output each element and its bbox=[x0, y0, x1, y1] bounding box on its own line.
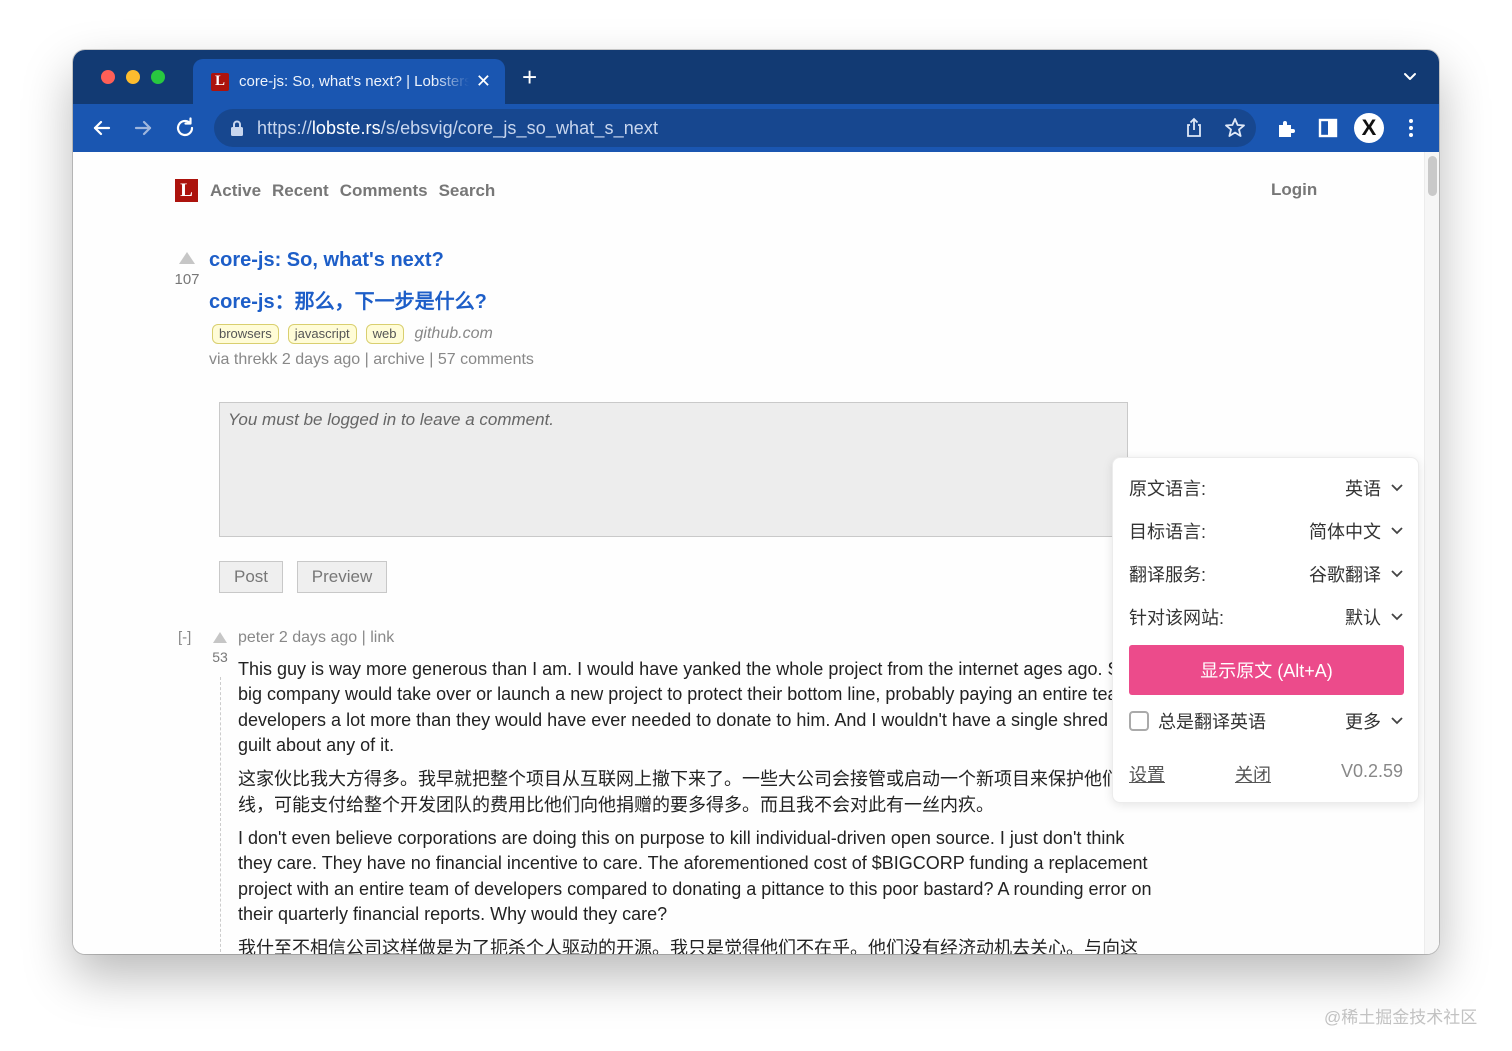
comment-meta[interactable]: peter 2 days ago | link bbox=[238, 629, 394, 647]
login-link[interactable]: Login bbox=[1271, 180, 1317, 200]
translate-panel: 原文语言: 英语 目标语言: 简体中文 翻译服务: 谷歌翻译 针对该网站: 默认… bbox=[1112, 457, 1419, 803]
active-tab[interactable]: L core-js: So, what's next? | Lobsters ✕ bbox=[193, 59, 505, 104]
lobsters-logo-icon[interactable]: L bbox=[175, 179, 198, 202]
url-text[interactable]: https://lobste.rs/s/ebsvig/core_js_so_wh… bbox=[257, 118, 658, 139]
post-button[interactable]: Post bbox=[219, 561, 283, 593]
thread-line bbox=[220, 677, 221, 954]
source-language-label: 原文语言: bbox=[1129, 479, 1207, 499]
comment-paragraph-translated: 这家伙比我大方得多。我早就把整个项目从互联网上撤下来了。一些大公司会接管或启动一… bbox=[238, 769, 1156, 816]
story-byline[interactable]: via threkk 2 days ago | archive | 57 com… bbox=[209, 351, 534, 369]
scrollbar-track[interactable] bbox=[1424, 152, 1439, 954]
close-panel-link[interactable]: 关闭 bbox=[1235, 761, 1271, 787]
comment-placeholder: You must be logged in to leave a comment… bbox=[228, 410, 555, 429]
chevron-down-icon bbox=[1391, 484, 1403, 492]
comment-paragraph: I don't even believe corporations are do… bbox=[238, 828, 1152, 925]
chevron-down-icon bbox=[1391, 717, 1403, 725]
comment-textarea[interactable]: You must be logged in to leave a comment… bbox=[219, 402, 1128, 537]
extensions-puzzle-icon[interactable] bbox=[1275, 116, 1299, 140]
scrollbar-thumb[interactable] bbox=[1428, 156, 1437, 196]
comment-body: This guy is way more generous than I am.… bbox=[238, 657, 1158, 954]
browser-toolbar: https://lobste.rs/s/ebsvig/core_js_so_wh… bbox=[73, 104, 1439, 152]
tab-search-chevron-icon[interactable] bbox=[1401, 68, 1419, 86]
target-language-select[interactable]: 简体中文 bbox=[1309, 518, 1403, 544]
new-tab-button[interactable]: + bbox=[522, 64, 537, 90]
comment-voter: 53 bbox=[209, 632, 231, 665]
story-voter: 107 bbox=[173, 252, 201, 288]
screenshot-stage: L core-js: So, what's next? | Lobsters ✕… bbox=[0, 0, 1512, 1051]
site-rule-select[interactable]: 默认 bbox=[1345, 604, 1403, 630]
nav-link-active[interactable]: Active bbox=[210, 181, 261, 201]
story-tags: browsers javascript web github.com bbox=[212, 324, 493, 344]
share-icon[interactable] bbox=[1182, 116, 1206, 140]
profile-x-icon: X bbox=[1361, 115, 1377, 140]
story-score: 107 bbox=[174, 271, 200, 288]
always-translate-row: 总是翻译英语 更多 bbox=[1129, 707, 1403, 735]
comment-paragraph: This guy is way more generous than I am.… bbox=[238, 659, 1155, 755]
translation-service-label: 翻译服务: bbox=[1129, 565, 1207, 585]
nav-link-search[interactable]: Search bbox=[439, 181, 496, 201]
story-title-link[interactable]: core-js: So, what's next? bbox=[209, 249, 444, 272]
source-language-select[interactable]: 英语 bbox=[1345, 475, 1403, 501]
preview-button[interactable]: Preview bbox=[297, 561, 387, 593]
nav-link-recent[interactable]: Recent bbox=[272, 181, 329, 201]
site-rule-label: 针对该网站: bbox=[1129, 608, 1225, 628]
story-domain[interactable]: github.com bbox=[415, 325, 493, 343]
comment-paragraph-translated: 我什至不相信公司这样做是为了扼杀个人驱动的开源。我只是觉得他们不在乎。他们没有经… bbox=[238, 938, 1138, 954]
story-title-translated[interactable]: core-js：那么，下一步是什么? bbox=[209, 285, 487, 314]
browser-menu-icon[interactable] bbox=[1399, 116, 1423, 140]
browser-window: L core-js: So, what's next? | Lobsters ✕… bbox=[73, 50, 1439, 954]
tab-strip: L core-js: So, what's next? | Lobsters ✕… bbox=[73, 50, 1439, 104]
chevron-down-icon bbox=[1391, 527, 1403, 535]
settings-link[interactable]: 设置 bbox=[1129, 761, 1165, 787]
watermark-text: @稀土掘金技术社区 bbox=[1324, 1008, 1478, 1027]
upvote-arrow-icon[interactable] bbox=[179, 252, 195, 264]
show-original-button[interactable]: 显示原文 (Alt+A) bbox=[1129, 645, 1404, 695]
lobsters-favicon-icon: L bbox=[211, 72, 229, 91]
more-options-dropdown[interactable]: 更多 bbox=[1345, 708, 1403, 734]
collapse-thread-button[interactable]: [-] bbox=[178, 629, 191, 646]
target-language-row[interactable]: 目标语言: 简体中文 bbox=[1129, 517, 1403, 545]
translation-service-select[interactable]: 谷歌翻译 bbox=[1309, 561, 1403, 587]
tag-javascript[interactable]: javascript bbox=[287, 324, 357, 344]
tab-close-icon[interactable]: ✕ bbox=[476, 71, 491, 91]
bookmark-star-icon[interactable] bbox=[1223, 116, 1247, 140]
side-panel-icon[interactable] bbox=[1316, 116, 1340, 140]
page-content: L Active Recent Comments Search Login 10… bbox=[73, 152, 1439, 954]
comment-upvote-arrow-icon[interactable] bbox=[213, 632, 227, 643]
back-arrow-icon[interactable] bbox=[90, 116, 114, 140]
zoom-window-button[interactable] bbox=[151, 70, 165, 84]
chevron-down-icon bbox=[1391, 570, 1403, 578]
chevron-down-icon bbox=[1391, 613, 1403, 621]
minimize-window-button[interactable] bbox=[126, 70, 140, 84]
tag-web[interactable]: web bbox=[365, 324, 404, 344]
close-window-button[interactable] bbox=[101, 70, 115, 84]
nav-link-comments[interactable]: Comments bbox=[340, 181, 428, 201]
translate-panel-footer: 设置 关闭 V0.2.59 bbox=[1129, 761, 1403, 787]
forward-arrow-icon[interactable] bbox=[131, 116, 155, 140]
site-rule-row[interactable]: 针对该网站: 默认 bbox=[1129, 603, 1403, 631]
reload-icon[interactable] bbox=[173, 116, 197, 140]
address-bar[interactable]: https://lobste.rs/s/ebsvig/core_js_so_wh… bbox=[214, 109, 1256, 147]
lock-icon[interactable] bbox=[230, 120, 244, 136]
target-language-label: 目标语言: bbox=[1129, 522, 1207, 542]
comment-score: 53 bbox=[212, 649, 228, 665]
always-translate-checkbox[interactable] bbox=[1129, 711, 1149, 731]
tag-browsers[interactable]: browsers bbox=[212, 324, 279, 344]
site-nav: L Active Recent Comments Search bbox=[175, 179, 495, 202]
tab-title: core-js: So, what's next? | Lobsters bbox=[239, 73, 469, 90]
profile-avatar[interactable]: X bbox=[1354, 113, 1384, 143]
source-language-row[interactable]: 原文语言: 英语 bbox=[1129, 474, 1403, 502]
translation-service-row[interactable]: 翻译服务: 谷歌翻译 bbox=[1129, 560, 1403, 588]
always-translate-label[interactable]: 总是翻译英语 bbox=[1158, 708, 1266, 734]
version-label: V0.2.59 bbox=[1340, 761, 1403, 781]
